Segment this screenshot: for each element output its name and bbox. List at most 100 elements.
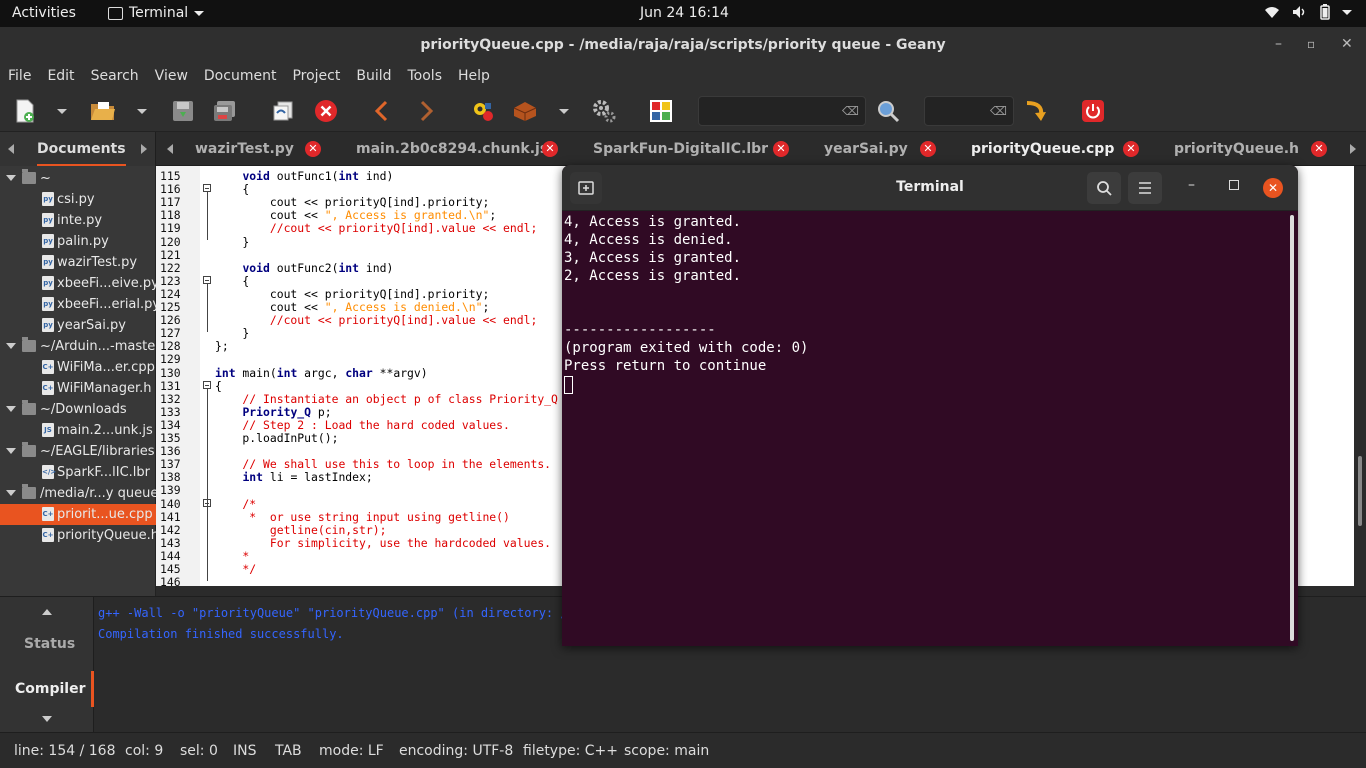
tab-close-icon[interactable]: ✕	[773, 141, 789, 157]
tab-documents[interactable]: Documents	[37, 141, 126, 166]
close-window-button[interactable]: ✕	[1341, 36, 1353, 52]
sidebar-file[interactable]: JS main.2...unk.js	[0, 420, 156, 441]
compiler-result-line[interactable]: Compilation finished successfully.	[98, 624, 575, 645]
tab-priorityqueue-cpp[interactable]: priorityQueue.cpp	[971, 141, 1114, 157]
goto-line-button[interactable]	[1022, 99, 1048, 123]
tab-main-chunk-js[interactable]: main.2b0c8294.chunk.js	[356, 141, 548, 157]
search-input[interactable]: ⌫	[698, 96, 866, 126]
expander-icon[interactable]	[6, 343, 16, 349]
tab-close-icon[interactable]: ✕	[305, 141, 321, 157]
code-line[interactable]: For simplicity, use the hardcoded values…	[215, 536, 551, 550]
expander-icon[interactable]	[6, 490, 16, 496]
navigate-back-button[interactable]	[368, 99, 394, 123]
expander-icon[interactable]	[6, 448, 16, 454]
code-line[interactable]: cout << ", Access is granted.\n";	[215, 208, 496, 222]
code-line[interactable]: {	[215, 182, 249, 196]
tabs-scroll-right-icon[interactable]	[1350, 144, 1356, 154]
sidebar-folder[interactable]: ~/EAGLE/libraries	[0, 441, 156, 462]
code-line[interactable]: cout << priorityQ[ind].priority;	[215, 287, 489, 301]
code-line[interactable]: cout << ", Access is denied.\n";	[215, 300, 489, 314]
system-tray[interactable]	[1264, 4, 1352, 20]
code-line[interactable]: }	[215, 326, 249, 340]
minimize-button[interactable]: –	[1275, 36, 1282, 52]
sidebar-file[interactable]: C+ WiFiMa...er.cpp	[0, 357, 156, 378]
compile-button[interactable]	[470, 99, 496, 123]
tab-yearsai-py[interactable]: yearSai.py	[824, 141, 908, 157]
build-button[interactable]	[512, 99, 538, 123]
menu-project[interactable]: Project	[284, 64, 348, 91]
clock[interactable]: Jun 24 16:14	[640, 5, 729, 21]
menu-build[interactable]: Build	[348, 64, 399, 91]
quit-button[interactable]	[1080, 99, 1106, 123]
code-line[interactable]: int main(int argc, char **argv)	[215, 366, 428, 380]
app-menu[interactable]: Terminal	[108, 5, 205, 21]
menu-edit[interactable]: Edit	[39, 64, 82, 91]
build-options-dropdown[interactable]	[554, 99, 574, 123]
clear-goto-icon[interactable]: ⌫	[990, 104, 1007, 118]
expander-icon[interactable]	[6, 406, 16, 412]
code-line[interactable]: // Instantiate an object p of class Prio…	[215, 392, 557, 406]
code-line[interactable]: *	[215, 549, 249, 563]
terminal-close-button[interactable]: ✕	[1263, 178, 1283, 198]
sidebar-file[interactable]: C+ WiFiManager.h	[0, 378, 156, 399]
compiler-output[interactable]: g++ -Wall -o "priorityQueue" "priorityQu…	[98, 603, 575, 645]
compiler-command-line[interactable]: g++ -Wall -o "priorityQueue" "priorityQu…	[98, 603, 575, 624]
fold-toggle-icon[interactable]	[203, 275, 211, 284]
sidebar-folder[interactable]: /media/r...y queue	[0, 483, 158, 504]
tabs-scroll-left-icon[interactable]	[167, 144, 173, 154]
code-line[interactable]: p.loadInPut();	[215, 431, 338, 445]
code-line[interactable]: }	[215, 235, 249, 249]
sidebar-file[interactable]: py inte.py	[0, 210, 156, 231]
recent-files-dropdown[interactable]	[132, 99, 152, 123]
menu-tools[interactable]: Tools	[400, 64, 451, 91]
code-line[interactable]: * or use string input using getline()	[215, 510, 510, 524]
code-line[interactable]: {	[215, 274, 249, 288]
color-chooser-button[interactable]	[648, 99, 674, 123]
tab-priorityqueue-h[interactable]: priorityQueue.h	[1174, 141, 1299, 157]
tab-close-icon[interactable]: ✕	[920, 141, 936, 157]
tab-close-icon[interactable]: ✕	[1311, 141, 1327, 157]
code-line[interactable]: //cout << priorityQ[ind].value << endl;	[215, 313, 537, 327]
save-button[interactable]	[170, 99, 196, 123]
sidebar-file[interactable]: py csi.py	[0, 189, 156, 210]
save-all-button[interactable]	[212, 99, 238, 123]
code-line[interactable]: getline(cin,str);	[215, 523, 387, 537]
activities-button[interactable]: Activities	[12, 5, 76, 21]
find-button[interactable]	[875, 99, 901, 123]
restore-button[interactable]: ▫	[1307, 37, 1315, 51]
menu-help[interactable]: Help	[450, 64, 498, 91]
menu-view[interactable]: View	[147, 64, 196, 91]
sidebar-folder[interactable]: ~	[0, 168, 156, 189]
sidebar-folder[interactable]: ~/Arduin...-master	[0, 336, 161, 357]
tab-close-icon[interactable]: ✕	[1123, 141, 1139, 157]
terminal-search-button[interactable]	[1087, 172, 1121, 204]
terminal-maximize-button[interactable]	[1229, 180, 1239, 190]
close-file-button[interactable]	[313, 99, 339, 123]
terminal-minimize-button[interactable]: –	[1188, 177, 1195, 193]
tab-scroll-down-icon[interactable]	[42, 716, 52, 722]
code-line[interactable]: /*	[215, 497, 256, 511]
sidebar-file[interactable]: py xbeeFi...erial.py	[0, 294, 160, 315]
fold-toggle-icon[interactable]	[203, 380, 211, 389]
tab-wazirtest-py[interactable]: wazirTest.py	[195, 141, 294, 157]
menu-document[interactable]: Document	[196, 64, 285, 91]
tab-compiler[interactable]: Compiler	[15, 681, 86, 697]
open-file-button[interactable]	[90, 99, 116, 123]
sidebar-file[interactable]: C+ priorit...ue.cpp	[0, 504, 156, 525]
revert-button[interactable]	[270, 99, 296, 123]
code-line[interactable]: //cout << priorityQ[ind].value << endl;	[215, 221, 537, 235]
sidebar-tab-left-arrow-icon[interactable]	[8, 144, 14, 154]
terminal-output[interactable]: 4, Access is granted. 4, Access is denie…	[564, 213, 808, 375]
code-line[interactable]: int li = lastIndex;	[215, 470, 372, 484]
new-from-template-dropdown[interactable]	[52, 99, 72, 123]
editor-vertical-scrollbar[interactable]	[1354, 166, 1366, 596]
menu-search[interactable]: Search	[83, 64, 147, 91]
fold-toggle-icon[interactable]	[203, 184, 211, 193]
code-line[interactable]: {	[215, 379, 222, 393]
sidebar-file[interactable]: </> SparkF...lIC.lbr	[0, 462, 156, 483]
tab-close-icon[interactable]: ✕	[542, 141, 558, 157]
tab-status[interactable]: Status	[24, 636, 75, 652]
code-line[interactable]: void outFunc2(int ind)	[215, 261, 393, 275]
code-line[interactable]: Priority_Q p;	[215, 405, 331, 419]
goto-line-input[interactable]: ⌫	[924, 96, 1014, 126]
